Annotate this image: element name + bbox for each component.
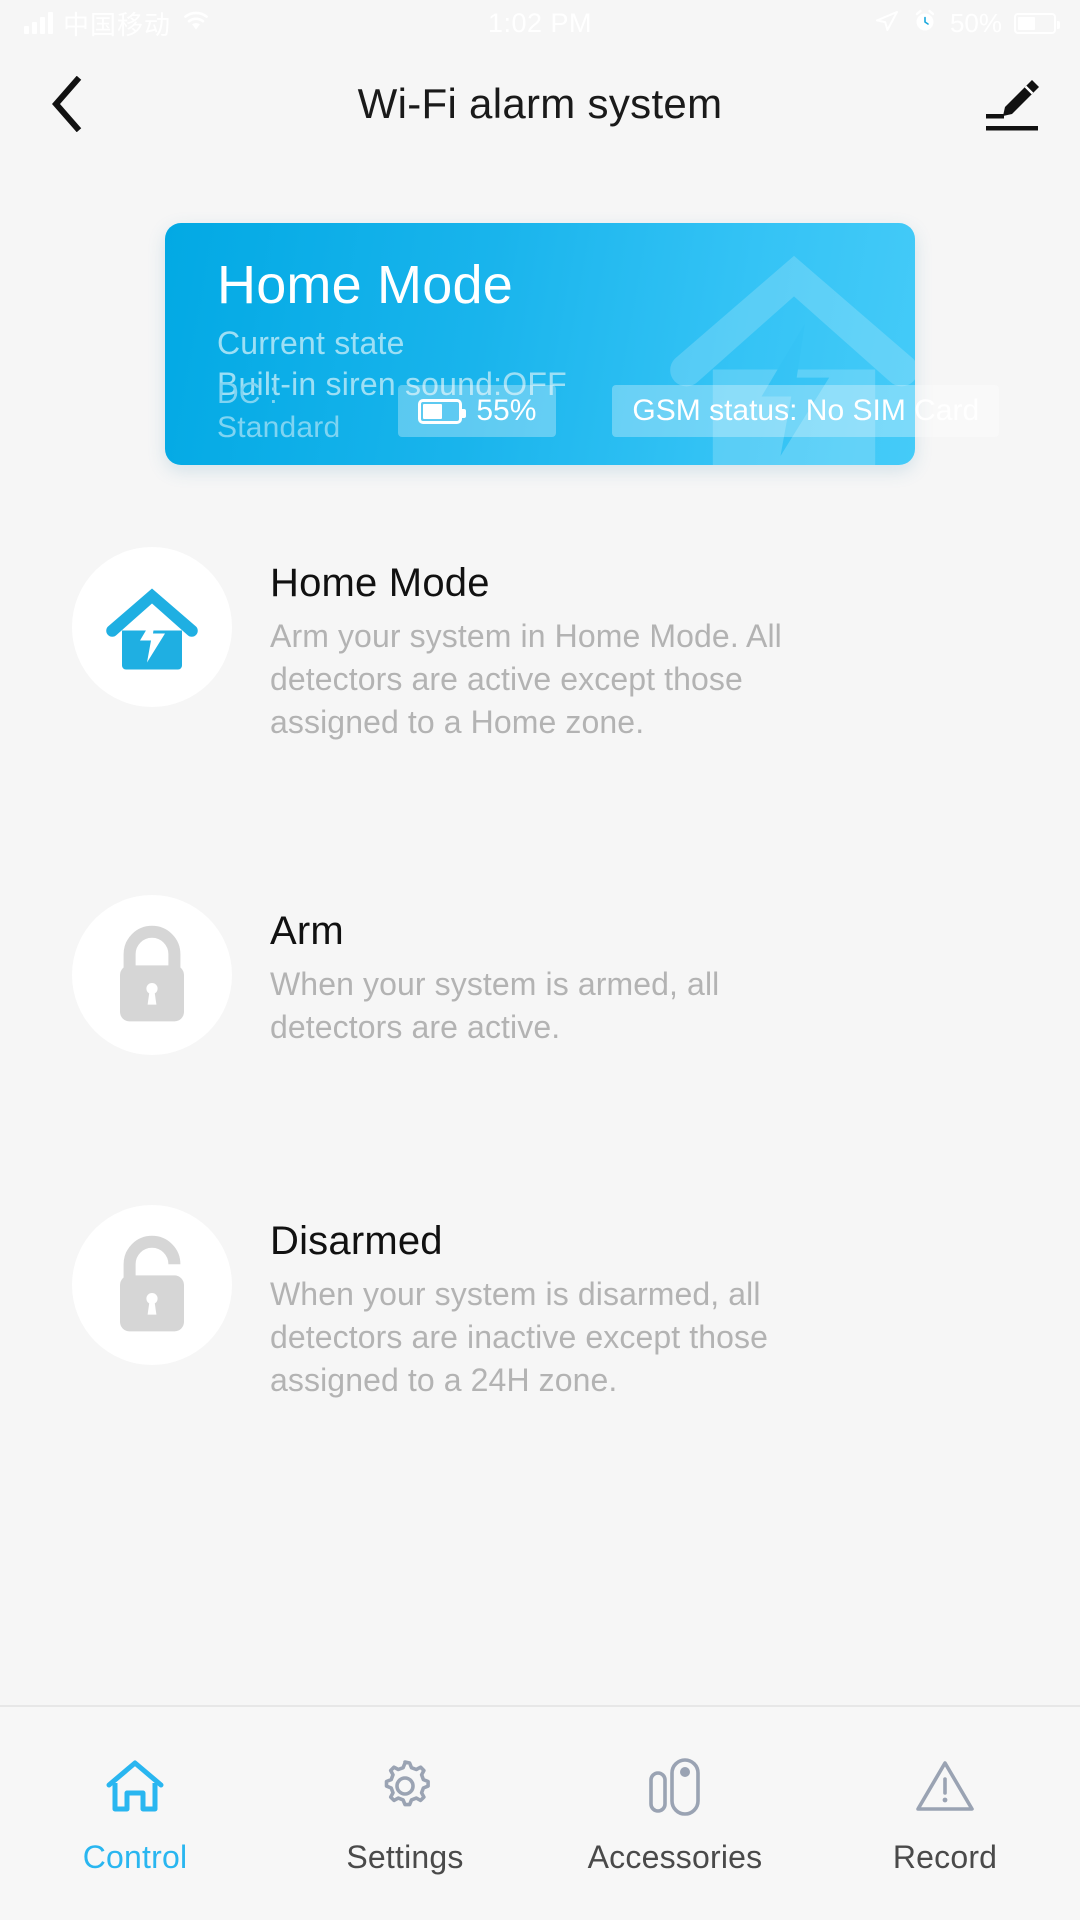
- lock-closed-icon: [120, 925, 184, 1022]
- page-title: Wi-Fi alarm system: [357, 79, 723, 127]
- gear-icon: [375, 1751, 435, 1821]
- mode-icon-circle: [72, 1205, 232, 1365]
- status-bar-clock: 1:02 PM: [487, 7, 593, 38]
- tab-label: Accessories: [587, 1839, 763, 1875]
- mode-text-block: Home Mode Arm your system in Home Mode. …: [270, 547, 810, 745]
- house-bolt-icon: [106, 588, 198, 670]
- page-header: Wi-Fi alarm system: [0, 46, 1080, 161]
- tab-accessories[interactable]: Accessories: [540, 1751, 810, 1876]
- dc-status-label: DC : Standard: [217, 377, 341, 444]
- device-battery-percent: 55%: [476, 394, 537, 427]
- device-battery-badge: 55%: [398, 385, 557, 437]
- mode-list: Home Mode Arm your system in Home Mode. …: [0, 465, 1080, 1705]
- app-screen: 中国移动 1:02 PM 50% Wi-Fi alarm system Home…: [0, 0, 1080, 1920]
- mode-item-disarmed[interactable]: Disarmed When your system is disarmed, a…: [0, 1205, 1080, 1403]
- gsm-status-badge: GSM status: No SIM Card: [612, 385, 1000, 437]
- tab-label: Control: [82, 1839, 188, 1875]
- edit-pencil-icon: [986, 79, 1039, 130]
- mode-title: Arm: [270, 909, 344, 953]
- tab-settings[interactable]: Settings: [270, 1751, 540, 1876]
- mode-title: Home Mode: [270, 561, 490, 605]
- gsm-status-label: GSM status: No SIM Card: [632, 394, 980, 427]
- back-chevron-icon: [52, 75, 82, 132]
- mode-text-block: Disarmed When your system is disarmed, a…: [270, 1205, 810, 1403]
- hero-card-wrap: Home Mode Current state Built-in siren s…: [0, 161, 1080, 465]
- battery-icon: [1014, 12, 1060, 34]
- mode-icon-circle: [72, 547, 232, 707]
- mode-icon-circle: [72, 895, 232, 1055]
- hero-status-row: DC : Standard 55% GSM status: No SIM Car…: [217, 377, 1000, 445]
- hero-title: Home Mode: [217, 255, 513, 315]
- mode-title: Disarmed: [270, 1219, 443, 1263]
- lock-open-icon: [120, 1235, 184, 1332]
- mode-description: When your system is disarmed, all detect…: [270, 1276, 768, 1399]
- mode-text-block: Arm When your system is armed, all detec…: [270, 895, 810, 1049]
- mode-item-arm[interactable]: Arm When your system is armed, all detec…: [0, 895, 1080, 1055]
- back-button[interactable]: [34, 72, 98, 136]
- edit-button[interactable]: [976, 69, 1046, 139]
- battery-icon: [418, 398, 467, 424]
- mode-item-home-mode[interactable]: Home Mode Arm your system in Home Mode. …: [0, 547, 1080, 745]
- tab-label: Record: [892, 1839, 998, 1875]
- door-sensor-icon: [642, 1751, 708, 1821]
- warning-triangle-icon: [914, 1751, 976, 1821]
- home-outline-icon: [104, 1751, 166, 1821]
- tab-label: Settings: [346, 1839, 464, 1875]
- bottom-tab-bar: Control Settings Accessories Record: [0, 1705, 1080, 1920]
- status-bar: 中国移动 1:02 PM 50%: [0, 0, 1080, 46]
- hero-current-state: Current state: [217, 325, 405, 362]
- mode-description: When your system is armed, all detectors…: [270, 966, 720, 1046]
- mode-description: Arm your system in Home Mode. All detect…: [270, 618, 782, 741]
- status-card[interactable]: Home Mode Current state Built-in siren s…: [165, 223, 1000, 465]
- tab-record[interactable]: Record: [810, 1751, 1080, 1876]
- tab-control[interactable]: Control: [0, 1751, 270, 1876]
